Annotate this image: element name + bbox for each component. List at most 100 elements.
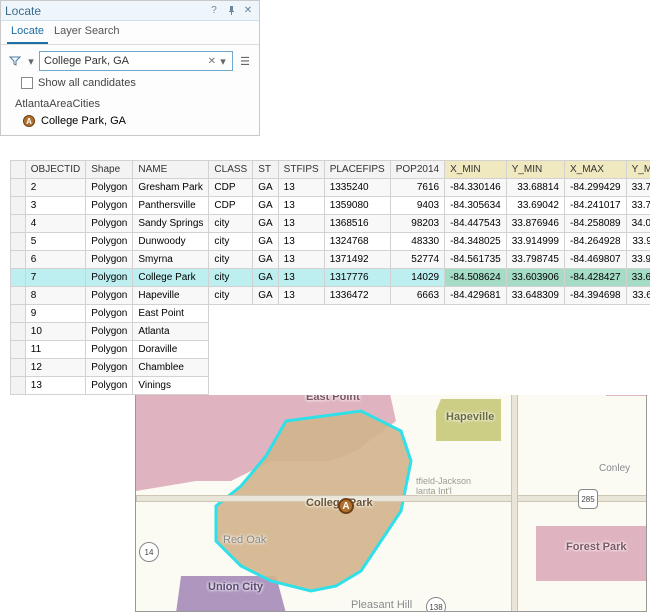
cell: -84.264928: [564, 233, 626, 251]
cell: 33.716479: [626, 197, 650, 215]
cell: 33.904033: [626, 251, 650, 269]
cell: -84.394698: [564, 287, 626, 305]
cell: 6: [25, 251, 85, 269]
row-header[interactable]: [11, 197, 26, 215]
cell: GA: [253, 251, 278, 269]
cell: city: [209, 287, 253, 305]
cell: 33.798745: [506, 251, 564, 269]
cell: 7: [25, 269, 85, 287]
cell: Polygon: [86, 287, 133, 305]
cell: 33.876946: [506, 215, 564, 233]
attribute-table: OBJECTID Shape NAME CLASS ST STFIPS PLAC…: [10, 160, 650, 395]
cell: Hapeville: [133, 287, 209, 305]
col-ymax[interactable]: Y_MAX: [626, 161, 650, 179]
close-icon[interactable]: ✕: [241, 4, 255, 18]
col-class[interactable]: CLASS: [209, 161, 253, 179]
row-header[interactable]: [11, 377, 26, 395]
cell: -84.241017: [564, 197, 626, 215]
tab-layer-search[interactable]: Layer Search: [50, 21, 123, 44]
result-item[interactable]: A College Park, GA: [1, 112, 259, 135]
col-st[interactable]: ST: [253, 161, 278, 179]
row-header[interactable]: [11, 287, 26, 305]
cell: 1359080: [324, 197, 390, 215]
row-header[interactable]: [11, 215, 26, 233]
cell: -84.429681: [445, 287, 507, 305]
cell: 11: [25, 341, 85, 359]
col-xmin[interactable]: X_MIN: [445, 161, 507, 179]
cell: 13: [278, 251, 324, 269]
cell: Polygon: [86, 197, 133, 215]
table-row[interactable]: 11PolygonDoraville: [11, 341, 650, 359]
col-name[interactable]: NAME: [133, 161, 209, 179]
cell: 1335240: [324, 179, 390, 197]
filter-dropdown-icon[interactable]: ▾: [27, 53, 35, 69]
table-row[interactable]: 10PolygonAtlanta: [11, 323, 650, 341]
table-header-row: OBJECTID Shape NAME CLASS ST STFIPS PLAC…: [11, 161, 650, 179]
search-input-wrap: ✕ ▾: [39, 51, 233, 71]
row-header[interactable]: [11, 233, 26, 251]
table-row[interactable]: 5PolygonDunwoodycityGA13132476848330-84.…: [11, 233, 650, 251]
table-row[interactable]: 7PolygonCollege ParkcityGA13131777614029…: [11, 269, 650, 287]
locate-pin-icon[interactable]: A: [338, 498, 354, 514]
cell: GA: [253, 197, 278, 215]
cell: 8: [25, 287, 85, 305]
panel-tabs: Locate Layer Search: [1, 21, 259, 45]
cell: Panthersville: [133, 197, 209, 215]
table-row[interactable]: 13PolygonVinings: [11, 377, 650, 395]
cell: 98203: [390, 215, 444, 233]
cell: 9403: [390, 197, 444, 215]
col-stfips[interactable]: STFIPS: [278, 161, 324, 179]
cell: -84.428427: [564, 269, 626, 287]
cell: city: [209, 233, 253, 251]
row-header[interactable]: [11, 179, 26, 197]
cell: 33.914999: [506, 233, 564, 251]
cell: Gresham Park: [133, 179, 209, 197]
cell: Doraville: [133, 341, 209, 359]
cell: -84.348025: [445, 233, 507, 251]
cell: 1324768: [324, 233, 390, 251]
table-row[interactable]: 12PolygonChamblee: [11, 359, 650, 377]
cell: -84.447543: [445, 215, 507, 233]
cell: GA: [253, 287, 278, 305]
tab-locate[interactable]: Locate: [7, 21, 48, 44]
cell: city: [209, 269, 253, 287]
table-row[interactable]: 4PolygonSandy SpringscityGA1313685169820…: [11, 215, 650, 233]
row-header[interactable]: [11, 269, 26, 287]
cell: 7616: [390, 179, 444, 197]
panel-title: Locate: [5, 4, 41, 18]
show-all-checkbox[interactable]: [21, 77, 33, 89]
corner-cell[interactable]: [11, 161, 26, 179]
clear-search-icon[interactable]: ✕: [206, 56, 218, 67]
search-dropdown-icon[interactable]: ▾: [218, 53, 228, 69]
cell: Dunwoody: [133, 233, 209, 251]
cell: CDP: [209, 197, 253, 215]
filter-icon[interactable]: [7, 53, 23, 69]
table-row[interactable]: 9PolygonEast Point: [11, 305, 650, 323]
table-row[interactable]: 2PolygonGresham ParkCDPGA1313352407616-8…: [11, 179, 650, 197]
col-xmax[interactable]: X_MAX: [564, 161, 626, 179]
cell: Smyrna: [133, 251, 209, 269]
col-shape[interactable]: Shape: [86, 161, 133, 179]
cell: Polygon: [86, 233, 133, 251]
row-header[interactable]: [11, 305, 26, 323]
cell: 13: [278, 197, 324, 215]
row-header[interactable]: [11, 341, 26, 359]
hwy-shield-icon: 14: [139, 542, 159, 562]
label-union-city: Union City: [208, 581, 263, 593]
col-objectid[interactable]: OBJECTID: [25, 161, 85, 179]
table-row[interactable]: 8PolygonHapevillecityGA1313364726663-84.…: [11, 287, 650, 305]
search-input[interactable]: [44, 55, 206, 67]
col-placefips[interactable]: PLACEFIPS: [324, 161, 390, 179]
row-header[interactable]: [11, 323, 26, 341]
result-layer-name[interactable]: AtlantaAreaCities: [1, 95, 259, 112]
col-pop2014[interactable]: POP2014: [390, 161, 444, 179]
cell: GA: [253, 215, 278, 233]
table-row[interactable]: 6PolygonSmyrnacityGA13137149252774-84.56…: [11, 251, 650, 269]
help-icon[interactable]: ?: [207, 4, 221, 18]
autohide-icon[interactable]: [224, 4, 238, 18]
menu-icon[interactable]: ☰: [237, 53, 253, 69]
col-ymin[interactable]: Y_MIN: [506, 161, 564, 179]
row-header[interactable]: [11, 359, 26, 377]
row-header[interactable]: [11, 251, 26, 269]
table-row[interactable]: 3PolygonPanthersvilleCDPGA1313590809403-…: [11, 197, 650, 215]
